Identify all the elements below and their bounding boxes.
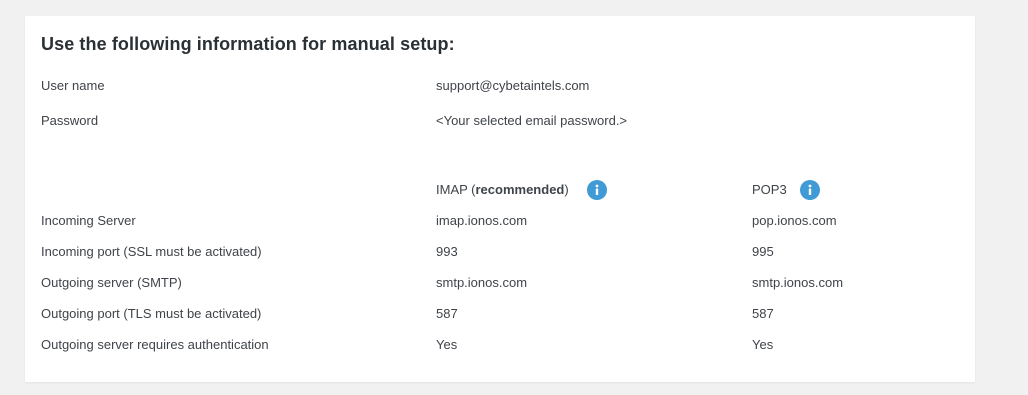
user-name-label: User name — [41, 78, 105, 93]
pop3-column-header: POP3 — [752, 182, 787, 197]
row-pop3-value: Yes — [752, 337, 774, 352]
row-pop3-value: 995 — [752, 244, 774, 259]
row-imap-value: Yes — [436, 337, 458, 352]
row-label: Outgoing port (TLS must be activated) — [41, 306, 262, 321]
manual-setup-card: Use the following information for manual… — [25, 16, 975, 382]
row-pop3-value: pop.ionos.com — [752, 213, 837, 228]
row-pop3-value: smtp.ionos.com — [752, 275, 844, 290]
row-pop3-value: 587 — [752, 306, 774, 321]
imap-suffix: ) — [564, 182, 569, 197]
imap-info-icon[interactable] — [587, 180, 607, 200]
user-name-value: support@cybetaintels.com — [436, 78, 590, 93]
password-value: <Your selected email password.> — [436, 113, 628, 128]
row-imap-value: 993 — [436, 244, 458, 259]
card-title: Use the following information for manual… — [41, 34, 455, 54]
row-imap-value: smtp.ionos.com — [436, 275, 528, 290]
row-imap-value: 587 — [436, 306, 458, 321]
password-label: Password — [41, 113, 99, 128]
row-label: Outgoing server requires authentication — [41, 337, 269, 352]
pop3-info-icon[interactable] — [800, 180, 820, 200]
row-imap-value: imap.ionos.com — [436, 213, 528, 228]
row-label: Incoming port (SSL must be activated) — [41, 244, 262, 259]
imap-column-header: IMAP (recommended) — [436, 182, 569, 198]
imap-prefix: IMAP ( — [436, 182, 476, 197]
imap-recommended: recommended — [475, 182, 565, 197]
row-label: Incoming Server — [41, 213, 136, 228]
row-label: Outgoing server (SMTP) — [41, 275, 182, 290]
